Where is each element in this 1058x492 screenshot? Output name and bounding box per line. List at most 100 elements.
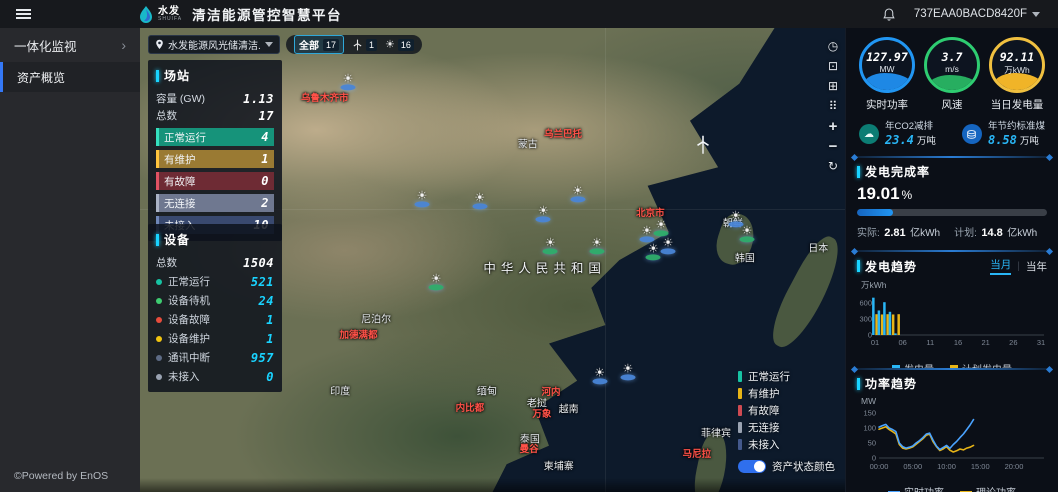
device-id-dropdown[interactable]: 737EAA0BACD8420F [914,8,1040,20]
planned-generation-value: 14.8 [981,227,1002,239]
logo-en: SHUIFA [158,17,182,22]
device-status-row[interactable]: 设备故障 1 [156,311,274,328]
asset-filter-bar: 全部 17 1 ☀ 16 [286,35,422,54]
station-status-row[interactable]: 无连接 2 [156,194,274,212]
capacity-label: 容量 (GW) [156,91,205,106]
device-status-row[interactable]: 通讯中断 957 [156,349,274,366]
status-dot [156,298,162,304]
solar-station-marker[interactable]: ☀ [429,273,444,290]
legend-realtime-power: 实时功率 [888,484,944,492]
legend-generation: 发电量 [892,361,934,368]
section-divider [854,368,1050,370]
solar-station-marker[interactable]: ☀ [620,363,635,380]
frame-icon[interactable]: ⊡ [825,60,841,73]
device-status-row[interactable]: 设备待机 24 [156,292,274,309]
filter-solar-button[interactable]: ☀ 16 [385,38,414,51]
status-dot [156,317,162,323]
sidebar-group-integrated-monitoring[interactable]: 一体化监视 › [0,28,140,62]
sun-icon: ☀ [536,205,551,215]
sidebar-item-asset-overview[interactable]: 资产概览 [0,62,140,92]
station-status-row[interactable]: 有故障 0 [156,172,274,190]
gauge-wind-speed: 3.7 m/s 风速 [922,37,982,112]
map-canvas[interactable]: 蒙古中华人民共和国乌鲁木齐市乌兰巴托北京市朝鲜韩国日本印度尼泊尔加德满都缅甸内比… [140,28,845,492]
sun-icon: ☀ [543,237,558,247]
logo-cn: 水发 [158,7,182,17]
layers-icon[interactable]: ⊞ [825,80,841,93]
solar-station-marker[interactable]: ☀ [536,205,551,222]
solar-station-marker[interactable]: ☀ [543,237,558,254]
solar-station-marker[interactable]: ☀ [472,192,487,209]
solar-station-marker[interactable]: ☀ [415,190,430,207]
zoom-out-icon[interactable]: − [825,140,841,153]
solar-station-marker[interactable]: ☀ [340,74,355,91]
svg-text:50: 50 [868,439,876,448]
svg-text:01: 01 [871,338,879,347]
right-stats-panel: 127.97 MW 实时功率 3.7 m/s 风速 [845,28,1058,492]
completion-progress-bar [857,209,1047,216]
tab-current-month[interactable]: 当月 [990,257,1011,275]
filter-all-button[interactable]: 全部 17 [294,35,344,54]
solar-station-marker[interactable]: ☀ [589,237,604,254]
power-chart-unit: MW [861,396,1047,406]
svg-text:06: 06 [898,338,906,347]
filter-wind-button[interactable]: 1 [352,39,377,51]
svg-text:11: 11 [926,338,934,347]
sun-icon: ☀ [653,219,668,229]
zoom-in-icon[interactable]: + [825,120,841,133]
chevron-right-icon: › [121,37,126,53]
solar-station-marker[interactable]: ☀ [646,244,661,261]
solar-station-marker[interactable]: ☀ [570,186,585,203]
legend-item: 有故障 [738,402,835,419]
menu-icon[interactable] [0,0,46,28]
sun-icon: ☀ [592,367,607,377]
station-summary-panel: 场站 容量 (GW) 1.13 总数 17 正常运行 4 有维护 1 有故障 0… [148,60,282,241]
tab-current-year[interactable]: 当年 [1026,259,1047,274]
wind-station-marker[interactable] [695,135,711,155]
device-status-row[interactable]: 未接入 0 [156,368,274,385]
power-trend-chart: 05010015000:0005:0010:0015:0020:00 [857,406,1046,478]
power-trend-title: 功率趋势 [865,375,1047,392]
legend-item: 有维护 [738,385,835,402]
device-status-row[interactable]: 设备维护 1 [156,330,274,347]
sun-icon: ☀ [570,186,585,196]
sun-icon: ☀ [472,192,487,202]
gauge-daily-generation: 92.11 万kWh 当日发电量 [987,37,1047,112]
map-island-japan [762,231,845,354]
asset-status-color-toggle[interactable] [738,460,766,473]
device-status-row[interactable]: 正常运行 521 [156,273,274,290]
solar-station-marker[interactable]: ☀ [592,367,607,384]
capacity-value: 1.13 [243,92,274,106]
station-selector-dropdown[interactable]: 水发能源风光储清洁... [148,35,280,54]
legend-planned-generation: 计划发电量 [950,361,1012,368]
power-trend-section: 功率趋势 MW 05010015000:0005:0010:0015:0020:… [846,370,1058,492]
map-region-label: 越南 [559,401,579,416]
bell-icon[interactable] [882,7,896,22]
device-summary-panel: 设备 总数 1504 正常运行 521 设备待机 24 设备故障 1 设备维护 … [148,224,282,392]
history-icon[interactable]: ◷ [825,40,841,53]
solar-station-marker[interactable]: ☀ [661,237,676,254]
reset-icon[interactable]: ↻ [825,160,841,173]
svg-text:15:00: 15:00 [971,462,990,471]
svg-text:21: 21 [981,338,989,347]
map-status-legend: 正常运行 有维护 有故障 无连接 未接入 资产状态颜色 [738,368,835,474]
svg-text:00:00: 00:00 [870,462,889,471]
svg-text:31: 31 [1037,338,1045,347]
svg-text:16: 16 [954,338,962,347]
station-status-row[interactable]: 有维护 1 [156,150,274,168]
selected-station-group: 水发能源风光储清洁... [168,37,261,52]
station-status-row[interactable]: 正常运行 4 [156,128,274,146]
section-divider [854,156,1050,158]
sun-icon: ☀ [620,363,635,373]
solar-station-marker[interactable]: ☀ [653,219,668,236]
chevron-down-icon [265,42,273,47]
legend-theoretical-power: 理论功率 [960,484,1016,492]
solar-station-marker[interactable]: ☀ [740,225,755,242]
powered-by-label: ©Powered by EnOS [14,470,108,482]
svg-text:10:00: 10:00 [937,462,956,471]
generation-trend-section: 发电趋势 当月 | 当年 万kWh 030060001061116212631 … [846,252,1058,368]
solar-station-marker[interactable]: ☀ [639,225,654,242]
apps-icon[interactable]: ⠿ [825,100,841,113]
svg-text:26: 26 [1009,338,1017,347]
station-total-label: 总数 [156,108,177,123]
completion-title: 发电完成率 [865,163,1047,180]
